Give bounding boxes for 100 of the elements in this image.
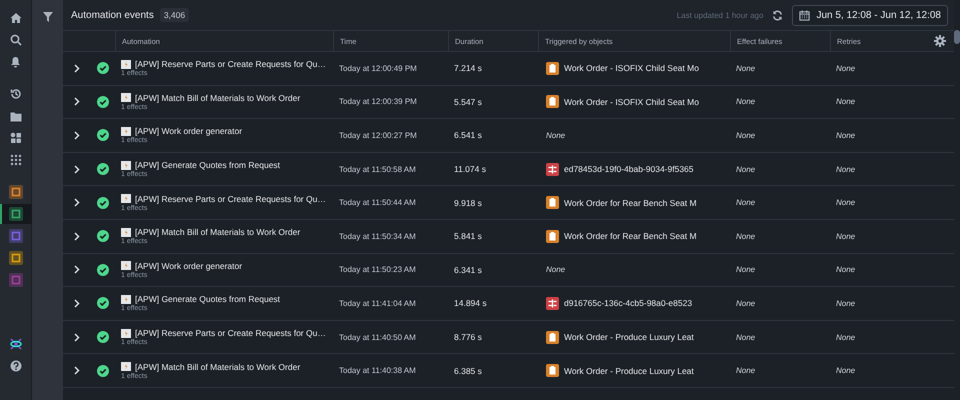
scrollbar[interactable] (954, 0, 960, 400)
app-icon (8, 273, 22, 287)
app-icon (8, 229, 22, 243)
retries-cell: None (836, 298, 856, 308)
effect-failures-cell: None (736, 198, 756, 208)
automation-icon (121, 194, 131, 204)
effect-failures-cell: None (736, 332, 756, 342)
object-link[interactable]: Work Order - ISOFIX Child Seat Mo (564, 96, 699, 107)
expand-chevron-icon[interactable] (74, 232, 80, 241)
clipboard-icon (546, 196, 559, 210)
filter-icon (42, 12, 52, 22)
effect-failures-cell: None (736, 366, 756, 376)
automation-name[interactable]: [APW] Reserve Parts or Create Requests for Qu… (135, 59, 326, 70)
retries-cell: None (836, 97, 856, 106)
duration-cell: 6.541 s (454, 130, 482, 140)
expand-chevron-icon[interactable] (74, 164, 80, 174)
automation-name[interactable]: [APW] Match Bill of Materials to Work Order (135, 227, 300, 238)
time-cell: Today at 11:50:34 AM (339, 232, 416, 241)
effect-failures-cell: None (736, 232, 756, 241)
retries-cell: None (836, 265, 856, 274)
effect-failures-cell: None (736, 130, 756, 140)
clipboard-icon (546, 364, 559, 378)
object-link[interactable]: Work Order - ISOFIX Child Seat Mo (564, 63, 699, 74)
expand-chevron-icon[interactable] (74, 332, 80, 342)
expand-chevron-icon[interactable] (74, 265, 80, 274)
time-cell: Today at 11:50:58 AM (339, 164, 416, 174)
objects-icon (10, 132, 22, 144)
effect-failures-cell: None (736, 298, 756, 308)
clipboard-icon (546, 230, 559, 243)
automation-icon (121, 328, 131, 338)
object-link[interactable]: Work Order for Rear Bench Seat M (564, 231, 697, 242)
retries-cell: None (836, 366, 856, 376)
expand-chevron-icon[interactable] (74, 64, 80, 73)
help-icon (10, 360, 22, 372)
automation-icon (121, 261, 131, 270)
split-arrows-icon (546, 296, 559, 310)
app-icon (8, 251, 22, 265)
event-count: 3,406 (160, 8, 190, 22)
automation-name[interactable]: [APW] Generate Quotes from Request (135, 294, 280, 304)
duration-cell: 14.894 s (454, 298, 487, 308)
retries-cell: None (836, 164, 856, 174)
automation-icon (121, 160, 131, 170)
time-cell: Today at 11:50:44 AM (339, 198, 416, 208)
automation-icon (121, 126, 131, 136)
automation-icon (121, 294, 131, 304)
empty-value: None (546, 265, 566, 274)
bell-icon (10, 56, 21, 68)
object-link[interactable]: d916765c-136c-4cb5-98a0-e8523 (564, 298, 692, 308)
effect-failures-cell: None (736, 97, 756, 106)
expand-chevron-icon[interactable] (74, 97, 80, 106)
automation-icon (121, 362, 131, 372)
settings-icon[interactable] (934, 35, 946, 47)
automation-name[interactable]: [APW] Reserve Parts or Create Requests for Qu… (135, 328, 326, 338)
automation-name[interactable]: [APW] Match Bill of Materials to Work Order (135, 362, 300, 372)
expand-chevron-icon[interactable] (74, 130, 80, 140)
automation-name[interactable]: [APW] Generate Quotes from Request (135, 160, 280, 170)
effect-failures-cell: None (736, 64, 756, 73)
automation-name[interactable]: [APW] Match Bill of Materials to Work Order (135, 92, 300, 103)
time-cell: Today at 11:40:50 AM (339, 332, 416, 342)
app-icon (8, 185, 22, 199)
folder-icon (10, 110, 22, 122)
split-arrows-icon (546, 162, 559, 176)
object-link[interactable]: ed78453d-19f0-4bab-9034-9f5365 (564, 164, 694, 174)
clipboard-icon (546, 62, 559, 75)
clipboard-icon (546, 330, 559, 344)
time-cell: Today at 11:41:04 AM (339, 298, 416, 308)
retries-cell: None (836, 332, 856, 342)
expand-chevron-icon[interactable] (74, 366, 80, 376)
search-icon (10, 34, 22, 46)
retries-cell: None (836, 232, 856, 241)
app-launcher[interactable] (0, 204, 32, 224)
clipboard-icon (546, 95, 559, 108)
effect-failures-cell: None (736, 164, 756, 174)
duration-cell: 6.341 s (454, 264, 482, 275)
object-link[interactable]: Work Order - Produce Luxury Leat (564, 366, 694, 376)
duration-cell: 5.841 s (454, 231, 482, 242)
refresh-icon (772, 10, 784, 20)
expand-chevron-icon[interactable] (74, 198, 80, 208)
expand-chevron-icon[interactable] (74, 298, 80, 308)
automation-name[interactable]: [APW] Reserve Parts or Create Requests for Qu… (135, 194, 326, 204)
automation-name[interactable]: [APW] Work order generator (135, 260, 242, 271)
duration-cell: 7.214 s (454, 63, 482, 74)
duration-cell: 5.547 s (454, 96, 482, 107)
calendar-icon (799, 10, 810, 20)
empty-value: None (546, 130, 566, 140)
automation-icon (121, 93, 131, 102)
retries-cell: None (836, 64, 856, 73)
time-cell: Today at 12:00:27 PM (339, 130, 417, 140)
automation-name[interactable]: [APW] Work order generator (135, 126, 242, 136)
retries-cell: None (836, 130, 856, 140)
duration-cell: 6.385 s (454, 366, 482, 376)
page-title: Automation events (71, 10, 154, 20)
time-cell: Today at 12:00:49 PM (339, 64, 417, 73)
automation-icon (121, 60, 131, 69)
object-link[interactable]: Work Order - Produce Luxury Leat (564, 332, 694, 342)
retries-cell: None (836, 198, 856, 208)
object-link[interactable]: Work Order for Rear Bench Seat M (564, 198, 697, 208)
duration-cell: 9.918 s (454, 198, 482, 208)
date-range-button[interactable]: Jun 5, 12:08 - Jun 12, 12:08 (792, 4, 948, 26)
time-cell: Today at 12:00:39 PM (339, 97, 417, 106)
